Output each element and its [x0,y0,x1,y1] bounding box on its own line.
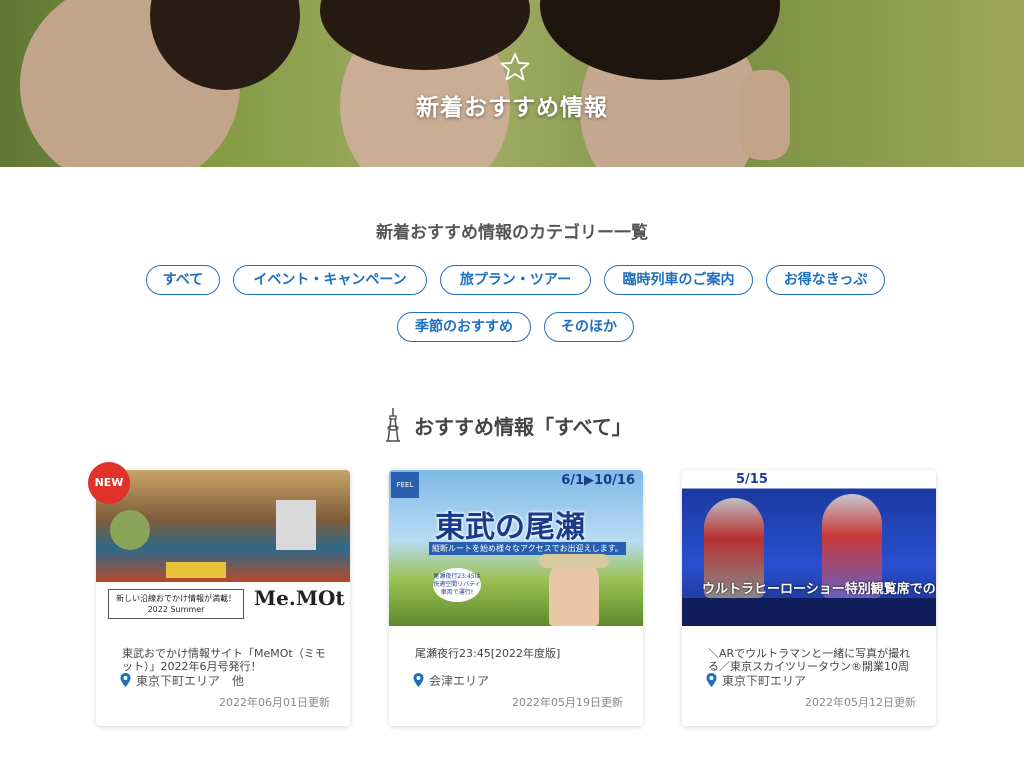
card-image-caption: 新しい沿線おでかけ情報が満載！ [116,594,236,603]
tower-icon [386,408,400,442]
card-description: 東武おでかけ情報サイト「MeMOt（ミモット）」2022年6月号発行！ [122,647,326,673]
card-image: FEEL 6/1▶10/16 東武の尾瀬 縦断ルートを始め様々なアクセスでお出迎… [389,470,643,626]
location-pin-icon [706,673,717,687]
card-image-date: 6/1▶10/16 [561,473,635,488]
card-date: 2022年05月19日更新 [512,696,623,709]
category-discount-tickets-button[interactable]: お得なきっぷ [766,265,885,295]
card-description: 尾瀬夜行23:45[2022年度版] [415,647,561,660]
card-area: 東京下町エリア 他 [136,674,245,688]
category-travel-plans-button[interactable]: 旅プラン・ツアー [440,265,591,295]
card-image-season: 2022 Summer [147,605,205,614]
memot-logo: Me.MOt [254,586,345,610]
card-image-title: 東武の尾瀬 [435,510,585,545]
category-seasonal-button[interactable]: 季節のおすすめ [397,312,531,342]
category-other-button[interactable]: そのほか [544,312,634,342]
category-heading: 新着おすすめ情報のカテゴリー一覧 [376,223,648,243]
category-special-trains-button[interactable]: 臨時列車のご案内 [604,265,753,295]
section-heading: おすすめ情報「すべて」 [414,415,632,439]
category-all-button[interactable]: すべて [146,265,220,295]
category-events-button[interactable]: イベント・キャンペーン [233,265,427,295]
location-pin-icon [413,673,424,687]
card-image-title: ウルトラヒーローショー特別観覧席での鑑賞 [702,582,936,597]
page-title: 新着おすすめ情報 [416,95,608,121]
card-image-bubble: 尾瀬夜行23:45は快適空間リバティ車両で運行! [433,568,481,602]
location-pin-icon [120,673,131,687]
hero-banner: 新着おすすめ情報 [0,0,1024,167]
card-area: 東京下町エリア [722,674,807,688]
info-card-memot[interactable]: 新しい沿線おでかけ情報が満載！ 2022 Summer Me.MOt 東武おでか… [96,470,350,726]
card-image: 新しい沿線おでかけ情報が満載！ 2022 Summer Me.MOt [96,470,350,626]
info-card-ultraman[interactable]: 5/15 ウルトラヒーローショー特別観覧席での鑑賞 ＼ARでウルトラマンと一緒に… [682,470,936,726]
card-date: 2022年05月12日更新 [805,696,916,709]
card-description: ＼ARでウルトラマンと一緒に写真が撮れる／東京スカイツリータウン®開業10周年記… [708,647,911,673]
card-area: 会津エリア [429,674,490,688]
feel-logo: FEEL [391,472,419,498]
card-image-date: 5/15 [736,472,768,487]
info-card-oze[interactable]: FEEL 6/1▶10/16 東武の尾瀬 縦断ルートを始め様々なアクセスでお出迎… [389,470,643,726]
card-date: 2022年06月01日更新 [219,696,330,709]
card-image: 5/15 ウルトラヒーローショー特別観覧席での鑑賞 [682,470,936,626]
star-icon [500,53,530,81]
new-badge: NEW [88,462,130,504]
